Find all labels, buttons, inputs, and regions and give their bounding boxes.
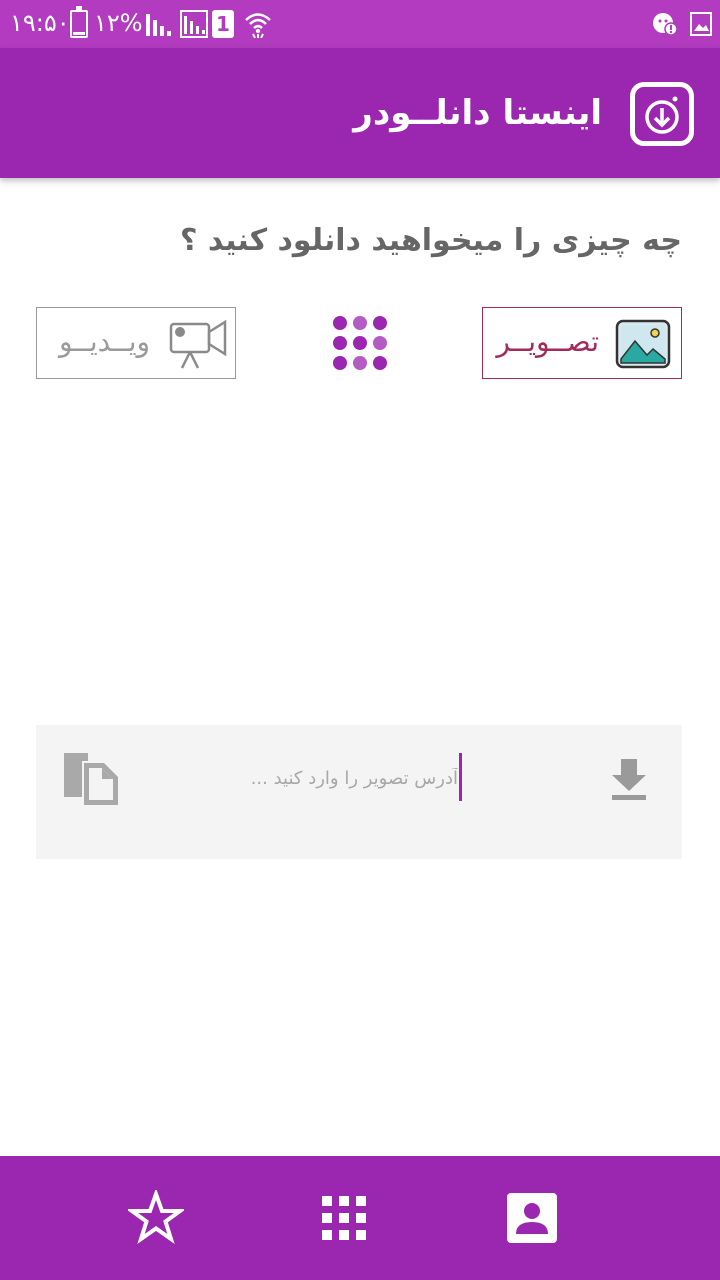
notification-alert-icon [653, 13, 678, 36]
status-bar: ۱۹:۵۰ ⚡ ۱۲% 1 [0, 0, 720, 48]
signal-icon [146, 12, 172, 36]
status-time: ۱۹:۵۰ [10, 9, 70, 37]
image-option-label: تصــویــر [496, 325, 599, 358]
download-type-question: چه چیزی را میخواهید دانلود کنید ؟ [179, 223, 682, 258]
wifi-icon [245, 13, 271, 38]
star-icon[interactable] [128, 1190, 184, 1246]
battery-percent: ۱۲% [94, 9, 143, 37]
gallery-notification-icon [690, 12, 712, 36]
signal-sim2-icon [180, 10, 208, 38]
account-box-icon[interactable] [504, 1190, 560, 1246]
video-camera-icon [169, 319, 227, 369]
download-icon[interactable] [608, 757, 650, 801]
charging-bolt-icon: ⚡ [73, 14, 85, 33]
dots-grid-icon[interactable] [330, 314, 390, 374]
image-option-button[interactable]: تصــویــر [482, 307, 682, 379]
app-title: اینستا دانلــودر [353, 93, 602, 133]
sim-slot-badge: 1 [212, 10, 234, 38]
url-entry-panel [36, 725, 682, 859]
image-icon [615, 319, 671, 369]
image-url-input[interactable] [156, 753, 462, 803]
video-option-label: ویــدیــو [59, 325, 151, 358]
text-cursor [459, 753, 462, 801]
video-option-button[interactable]: ویــدیــو [36, 307, 236, 379]
grid-icon[interactable] [316, 1190, 372, 1246]
download-box-icon [630, 82, 694, 146]
battery-icon: ⚡ [70, 6, 88, 38]
bottom-navigation [0, 1156, 720, 1280]
app-bar: اینستا دانلــودر [0, 48, 720, 178]
paste-icon[interactable] [62, 749, 120, 807]
